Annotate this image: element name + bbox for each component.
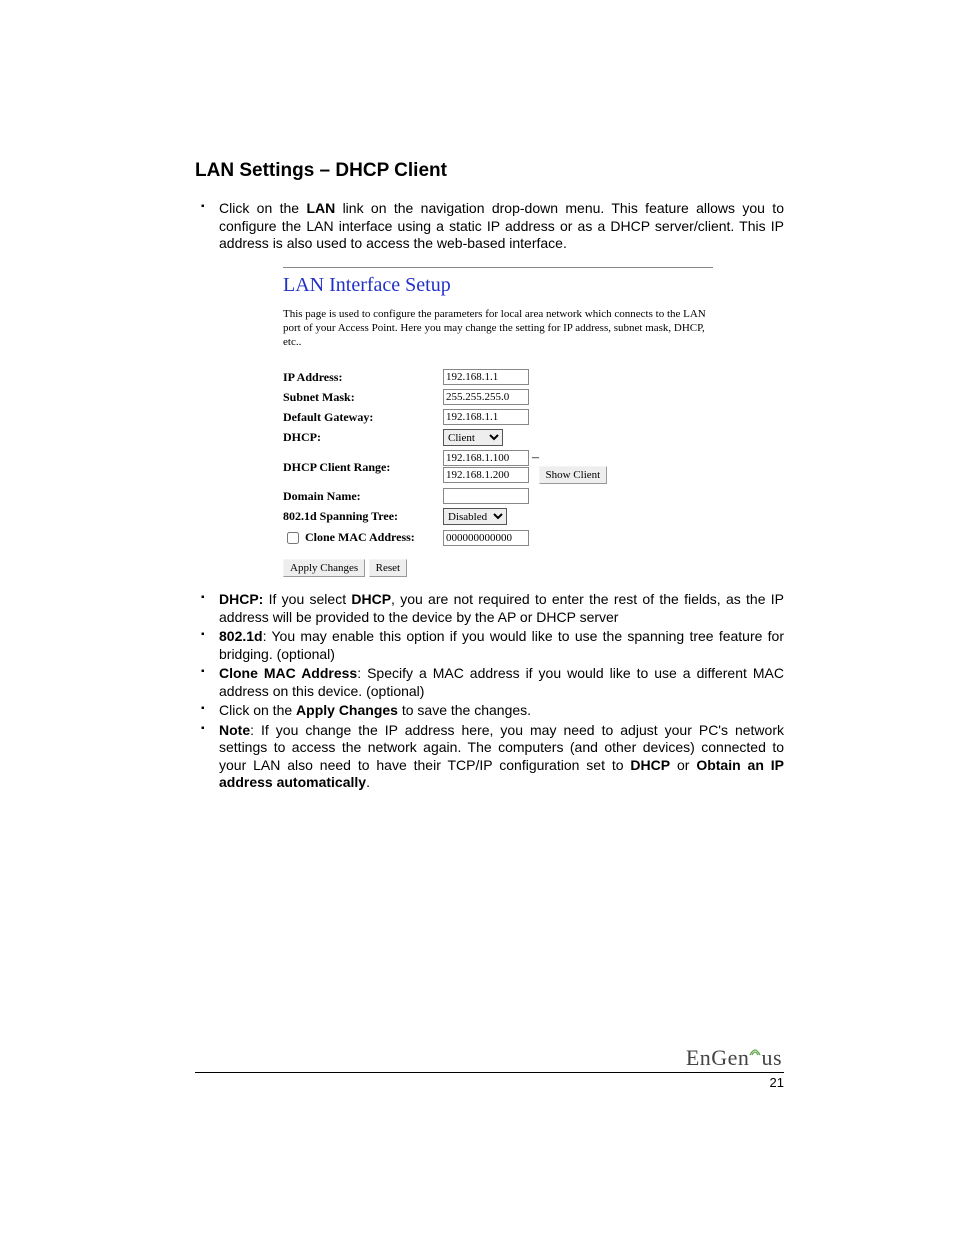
apply-post: to save the changes.	[398, 702, 531, 718]
list-item: DHCP: If you select DHCP, you are not re…	[195, 591, 784, 626]
intro-list: Click on the LAN link on the navigation …	[195, 200, 784, 253]
range-dash: –	[529, 450, 542, 465]
page-number: 21	[770, 1075, 784, 1090]
label-ip: IP Address:	[283, 367, 443, 387]
dhcp-select[interactable]: Client	[443, 429, 503, 446]
apply-changes-button[interactable]: Apply Changes	[283, 559, 365, 577]
range-from-input[interactable]	[443, 450, 529, 466]
d8021-tail: : You may enable this option if you woul…	[219, 628, 784, 662]
range-to-input[interactable]	[443, 467, 529, 483]
apply-key: Apply Changes	[296, 702, 398, 718]
subnet-mask-input[interactable]	[443, 389, 529, 405]
panel-description: This page is used to configure the param…	[283, 307, 713, 350]
label-dhcp: DHCP:	[283, 427, 443, 448]
note-end: .	[366, 774, 370, 790]
intro-link: LAN	[306, 200, 335, 216]
dhcp-key: DHCP	[351, 591, 391, 607]
intro-item: Click on the LAN link on the navigation …	[195, 200, 784, 253]
spanning-tree-select[interactable]: Disabled	[443, 508, 507, 525]
list-item: Click on the Apply Changes to save the c…	[195, 702, 784, 720]
label-clone: Clone MAC Address:	[283, 527, 443, 549]
clone-mac-input[interactable]	[443, 530, 529, 546]
note-or: or	[670, 757, 696, 773]
clone-mac-checkbox[interactable]	[287, 532, 299, 544]
note-k1: DHCP	[630, 757, 670, 773]
domain-name-input[interactable]	[443, 488, 529, 504]
apply-pre: Click on the	[219, 702, 296, 718]
d8021-head: 802.1d	[219, 628, 263, 644]
label-gw: Default Gateway:	[283, 407, 443, 427]
note-head: Note	[219, 722, 250, 738]
label-stp: 802.1d Spanning Tree:	[283, 506, 443, 527]
list-item: 802.1d: You may enable this option if yo…	[195, 628, 784, 663]
ip-address-input[interactable]	[443, 369, 529, 385]
page-footer: EnGenus 21	[195, 1072, 784, 1090]
page-title: LAN Settings – DHCP Client	[195, 160, 784, 182]
brand-text: EnGen	[686, 1045, 750, 1070]
dhcp-mid: If you select	[263, 591, 351, 607]
label-domain: Domain Name:	[283, 486, 443, 506]
intro-pre: Click on the	[219, 200, 306, 216]
dhcp-head: DHCP:	[219, 591, 263, 607]
brand-logo: EnGenus	[686, 1045, 782, 1071]
lan-setup-panel: LAN Interface Setup This page is used to…	[283, 267, 713, 578]
clone-mac-label: Clone MAC Address:	[305, 530, 415, 544]
show-client-button[interactable]: Show Client	[539, 466, 608, 484]
clone-head: Clone MAC Address	[219, 665, 357, 681]
list-item: Clone MAC Address: Specify a MAC address…	[195, 665, 784, 700]
panel-title: LAN Interface Setup	[283, 274, 713, 297]
list-item: Note: If you change the IP address here,…	[195, 722, 784, 792]
default-gateway-input[interactable]	[443, 409, 529, 425]
label-mask: Subnet Mask:	[283, 387, 443, 407]
brand-text-2: us	[761, 1045, 782, 1070]
notes-list: DHCP: If you select DHCP, you are not re…	[195, 591, 784, 792]
settings-table: IP Address: Subnet Mask: Default Gateway…	[283, 367, 607, 549]
reset-button[interactable]: Reset	[369, 559, 407, 577]
label-range: DHCP Client Range:	[283, 448, 443, 486]
wifi-icon	[749, 1043, 761, 1069]
